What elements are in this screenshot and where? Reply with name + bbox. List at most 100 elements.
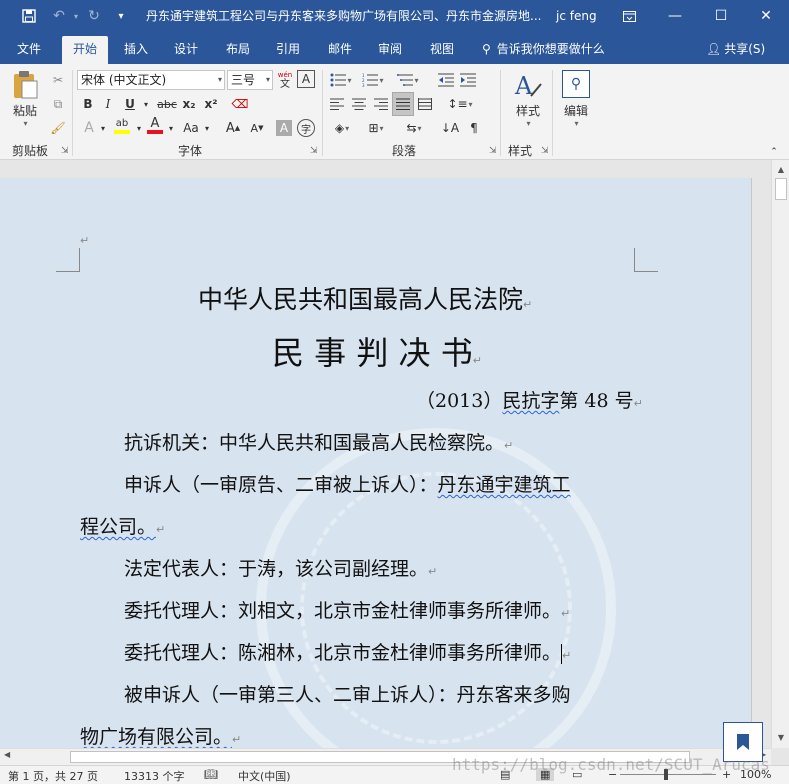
maximize-icon[interactable]: ☐	[698, 0, 744, 32]
line-spacing-button[interactable]: ↕≡ ▾	[446, 94, 474, 114]
highlight-dropdown-icon[interactable]: ▾	[134, 118, 144, 138]
tab-layout[interactable]: 布局	[218, 36, 258, 64]
collapse-ribbon-icon[interactable]: ⌃	[766, 142, 782, 162]
paragraph-agent-1[interactable]: 委托代理人：刘相文，北京市金杜律师事务所律师。↵	[124, 596, 570, 623]
show-marks-icon[interactable]: ¶	[464, 118, 484, 138]
change-case-dropdown-icon[interactable]: ▾	[202, 118, 212, 138]
numbering-button[interactable]: 1 2 3 ▾	[360, 70, 386, 90]
multilevel-list-button[interactable]: ▾	[394, 70, 422, 90]
align-left-icon[interactable]	[328, 94, 346, 114]
undo-icon[interactable]: ↶	[48, 0, 70, 32]
document-area[interactable]: ↵ 中华人民共和国最高人民法院↵ 民 事 判 决 书↵ （2013）民抗字第 4…	[0, 160, 771, 748]
tab-home[interactable]: 开始	[62, 36, 108, 64]
format-painter-icon[interactable]: 🖌︎	[48, 118, 68, 138]
paragraph-launcher-icon[interactable]: ⇲	[489, 146, 497, 156]
ribbon-display-options-icon[interactable]	[606, 0, 652, 32]
borders-button[interactable]: ⊞ ▾	[362, 118, 390, 138]
styles-label: 样式	[515, 104, 540, 118]
align-right-icon[interactable]	[372, 94, 390, 114]
bullets-button[interactable]: ▾	[328, 70, 354, 90]
shrink-font-button[interactable]: A ▼	[248, 118, 266, 138]
font-size-combo[interactable]: 三号 ▾	[227, 70, 273, 90]
strikethrough-button[interactable]: abc	[156, 94, 178, 114]
redo-icon[interactable]: ↻	[84, 0, 104, 32]
styles-group-label: 样式	[507, 144, 532, 158]
paragraph-agent-2[interactable]: 委托代理人：陈湘林，北京市金杜律师事务所律师。↵	[124, 638, 571, 665]
scroll-down-icon[interactable]: ▼	[774, 730, 788, 744]
tab-file[interactable]: 文件	[10, 36, 48, 64]
proofing-icon[interactable]: 📖︎	[204, 768, 218, 781]
paste-button[interactable]: 粘贴 ▾	[6, 70, 44, 128]
increase-indent-icon[interactable]	[458, 70, 478, 90]
minimize-icon[interactable]: —	[652, 0, 698, 32]
tab-design[interactable]: 设计	[166, 36, 206, 64]
styles-button[interactable]: A 样式 ▾	[508, 70, 548, 128]
tell-me-box[interactable]: ⚲ 告诉我你想要做什么	[482, 36, 605, 64]
scroll-left-icon[interactable]: ◀	[4, 750, 10, 759]
superscript-button[interactable]: x²	[202, 94, 220, 114]
subscript-button[interactable]: x₂	[180, 94, 198, 114]
save-icon[interactable]	[16, 0, 42, 32]
shading-button[interactable]: ◈ ▾	[328, 118, 356, 138]
bold-button[interactable]: B	[80, 94, 96, 114]
text-effects-button[interactable]: A	[80, 118, 98, 138]
underline-button[interactable]: U	[122, 94, 138, 114]
copy-icon[interactable]: ⧉	[48, 94, 68, 114]
character-border-button[interactable]: A	[297, 70, 315, 88]
font-launcher-icon[interactable]: ⇲	[310, 146, 318, 156]
phonetic-guide-button[interactable]: wén 文	[276, 70, 294, 90]
font-name-combo[interactable]: 宋体 (中文正文) ▾	[77, 70, 225, 90]
paragraph-legal-rep[interactable]: 法定代表人：于涛，该公司副经理。↵	[124, 554, 437, 581]
sort-button[interactable]: ↓A	[436, 118, 464, 138]
paragraph-appellant[interactable]: 申诉人（一审原告、二审被上诉人）：丹东通宇建筑工	[124, 470, 571, 497]
vertical-scrollbar[interactable]: ▲ ▼	[771, 160, 789, 748]
court-heading[interactable]: 中华人民共和国最高人民法院↵	[198, 280, 532, 316]
change-case-button[interactable]: Aa	[180, 118, 202, 138]
underline-dropdown-icon[interactable]: ▾	[140, 94, 152, 114]
tab-view[interactable]: 视图	[422, 36, 462, 64]
tab-mailings[interactable]: 邮件	[320, 36, 360, 64]
page-count[interactable]: 第 1 页，共 27 页	[8, 768, 98, 784]
editing-button[interactable]: ⚲ 编辑 ▾	[558, 70, 594, 128]
text-effects-dropdown-icon[interactable]: ▾	[98, 118, 108, 138]
appellant-name: 丹东通宇建筑工	[437, 474, 571, 496]
blog-watermark: https://blog.csdn.net/SCUT_Arucas	[452, 755, 770, 774]
undo-dropdown-icon[interactable]: ▾	[70, 0, 82, 32]
clipboard-launcher-icon[interactable]: ⇲	[61, 146, 69, 156]
grow-font-button[interactable]: A ▲	[224, 118, 242, 138]
user-name[interactable]: jc feng	[556, 0, 597, 32]
scroll-up-icon[interactable]: ▲	[774, 162, 788, 176]
cut-icon[interactable]: ✂	[48, 70, 68, 90]
paragraph-respondent[interactable]: 被申诉人（一审第三人、二审上诉人）：丹东客来多购	[124, 680, 571, 707]
decrease-indent-icon[interactable]	[436, 70, 456, 90]
font-color-dropdown-icon[interactable]: ▾	[166, 118, 176, 138]
font-color-button[interactable]: A	[146, 116, 164, 136]
distributed-icon[interactable]	[416, 94, 434, 114]
share-button[interactable]: 👤︎ 共享(S)	[706, 36, 765, 64]
zoom-slider[interactable]	[620, 774, 716, 775]
separator	[500, 70, 501, 156]
customize-quick-access-icon[interactable]: ▾	[112, 0, 130, 32]
paragraph-protest-organ[interactable]: 抗诉机关：中华人民共和国最高人民检察院。↵	[124, 428, 513, 455]
close-icon[interactable]: ✕	[743, 0, 789, 32]
vertical-scroll-thumb[interactable]	[775, 178, 787, 200]
word-count[interactable]: 13313 个字	[124, 768, 185, 784]
tab-references[interactable]: 引用	[268, 36, 308, 64]
judgment-heading[interactable]: 民 事 判 决 书↵	[272, 328, 482, 374]
styles-launcher-icon[interactable]: ⇲	[541, 146, 549, 156]
paragraph-appellant-cont[interactable]: 程公司。↵	[80, 512, 165, 539]
character-shading-button[interactable]: A	[276, 120, 292, 136]
case-number[interactable]: （2013）民抗字第 48 号↵	[416, 386, 643, 413]
asian-layout-button[interactable]: ⇆ ▾	[400, 118, 428, 138]
tab-review[interactable]: 审阅	[370, 36, 410, 64]
tab-insert[interactable]: 插入	[116, 36, 156, 64]
clear-formatting-icon[interactable]: ⌫	[230, 94, 250, 114]
paragraph-respondent-cont[interactable]: 物广场有限公司。↵	[80, 722, 241, 748]
justify-icon[interactable]	[392, 92, 414, 116]
enclose-characters-button[interactable]: 字	[297, 119, 315, 137]
language-indicator[interactable]: 中文(中国)	[238, 768, 291, 784]
italic-button[interactable]: I	[100, 94, 116, 114]
align-center-icon[interactable]	[350, 94, 368, 114]
highlight-button[interactable]: ab	[112, 116, 132, 136]
document-page[interactable]: ↵ 中华人民共和国最高人民法院↵ 民 事 判 决 书↵ （2013）民抗字第 4…	[0, 178, 752, 748]
